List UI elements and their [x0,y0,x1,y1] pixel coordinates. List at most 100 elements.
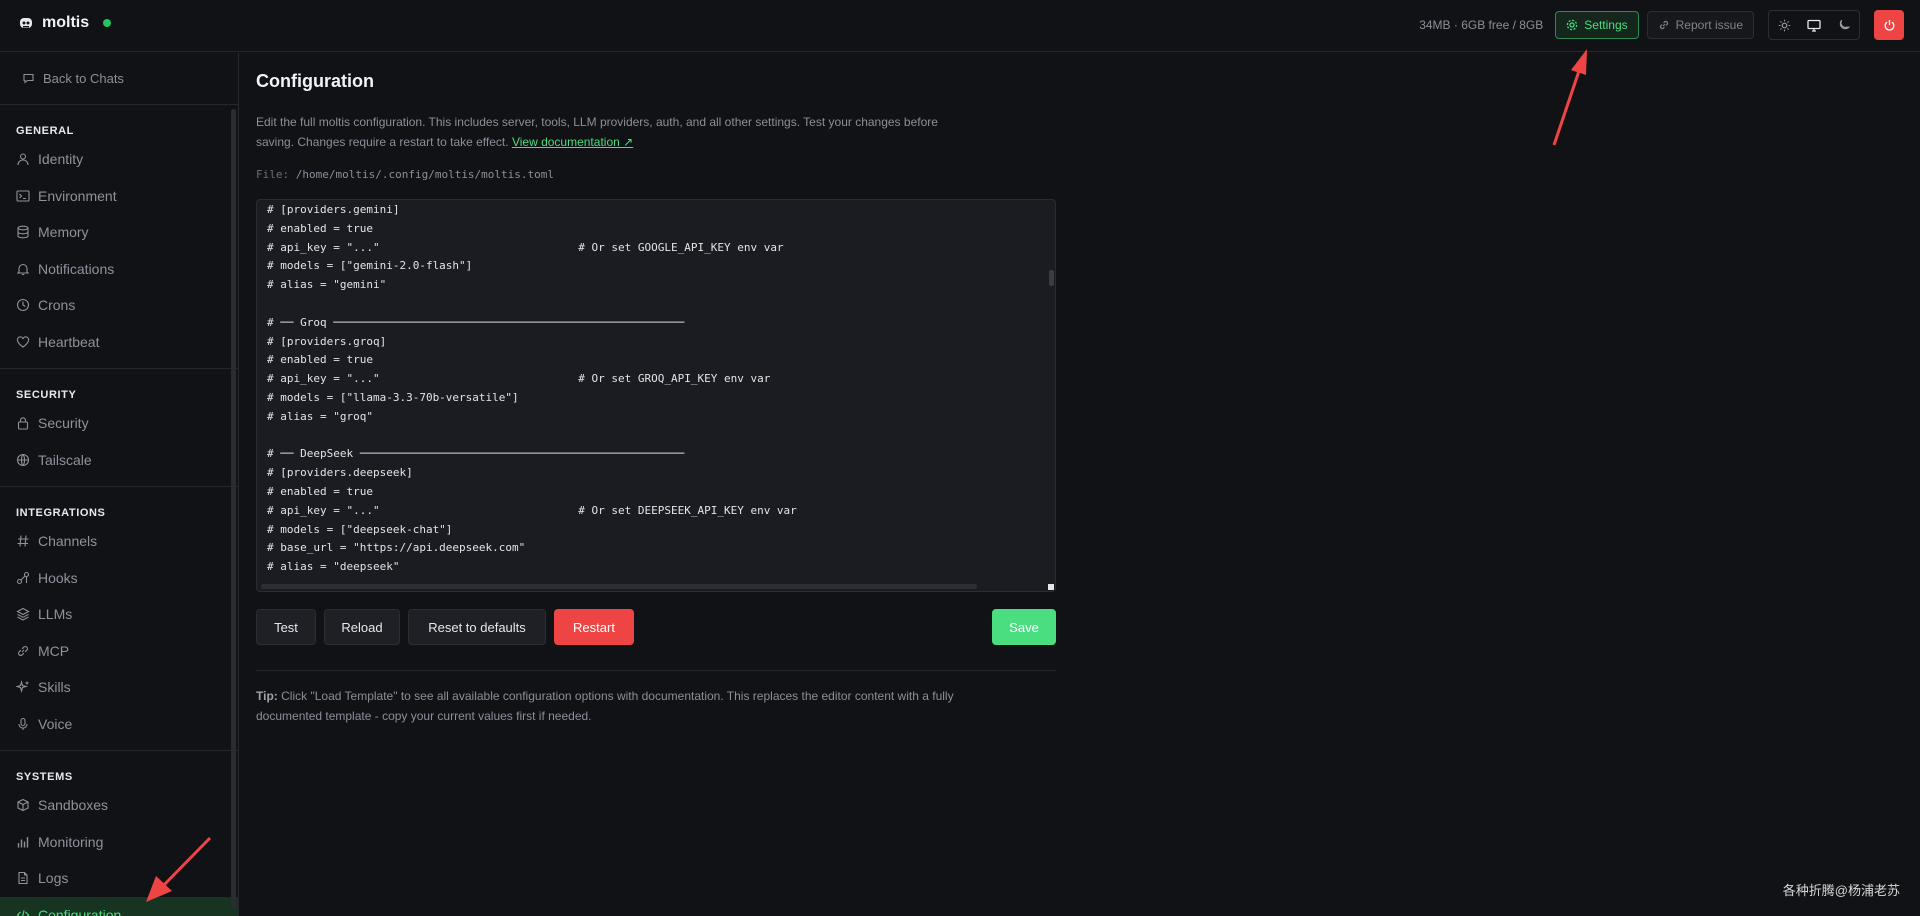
sidebar-item-heartbeat[interactable]: Heartbeat [0,324,238,361]
sidebar-item-label: Hooks [38,569,78,586]
lock-icon [17,417,29,430]
sidebar-item-skills[interactable]: Skills [0,669,238,706]
code-line: # ── DeepSeek ──────────────────────────… [267,447,685,461]
code-line: # alias = "groq" [267,409,373,423]
annotation-arrow-settings [1552,49,1587,146]
sidebar-item-label: Identity [38,151,84,168]
code-line: # alias = "gemini" [267,278,387,292]
section-title-integrations: INTEGRATIONS [16,507,106,519]
brand[interactable]: moltis [18,14,112,32]
sidebar-item-security[interactable]: Security [0,405,238,442]
restart-button[interactable]: Restart [554,609,634,645]
light-theme-button[interactable] [1769,11,1799,39]
hook-icon [16,571,30,584]
sidebar-item-label: Environment [38,187,117,204]
editor-resize-handle[interactable] [1048,584,1054,590]
gear-icon [1567,19,1578,31]
file-path: /home/moltis/.config/moltis/moltis.toml [295,168,555,181]
editor-horizontal-scrollbar[interactable] [261,584,977,589]
back-to-chats-link[interactable]: Back to Chats [0,53,238,105]
sun-icon [1778,19,1790,31]
memory-usage: 34MB · 6GB free / 8GB [1419,18,1544,32]
code-line: # models = ["deepseek-chat"] [267,522,453,536]
config-file-path: File: /home/moltis/.config/moltis/moltis… [256,168,554,181]
sidebar-item-environment[interactable]: Environment [0,178,238,215]
link-icon [1659,20,1668,30]
app-name: moltis [42,14,90,31]
theme-switcher [1768,10,1860,40]
section-title-systems: SYSTEMS [16,771,73,783]
sidebar: Back to Chats GENERAL Identity Environme… [0,53,239,916]
settings-label: Settings [1584,18,1628,32]
database-icon [17,225,29,239]
sidebar-item-channels[interactable]: Channels [0,523,238,560]
code-content[interactable]: # [providers.gemini] # enabled = true # ap… [257,200,1055,577]
link-icon [18,645,28,656]
config-editor[interactable]: # [providers.gemini] # enabled = true # ap… [256,199,1056,592]
sidebar-item-mcp[interactable]: MCP [0,633,238,670]
editor-vertical-scrollbar[interactable] [1049,270,1054,286]
sidebar-item-label: Memory [38,224,89,241]
reload-button[interactable]: Reload [324,609,400,645]
back-to-chats-label: Back to Chats [43,71,124,86]
shutdown-button[interactable] [1874,10,1904,40]
section-title-security: SECURITY [16,389,77,401]
monitor-icon [1807,19,1821,32]
sidebar-item-label: Skills [38,679,71,696]
sidebar-item-label: Crons [38,297,76,314]
save-button[interactable]: Save [992,609,1056,645]
dark-theme-button[interactable] [1829,11,1859,39]
code-line: # [providers.groq] [267,334,387,348]
code-line: # enabled = true [267,221,373,235]
network-icon [16,453,30,466]
sidebar-item-identity[interactable]: Identity [0,141,238,178]
divider [256,670,1056,671]
system-theme-button[interactable] [1799,11,1829,39]
code-line: # base_url = "https://api.deepseek.com" [267,541,526,555]
code-line: # [providers.gemini] [267,203,400,216]
tip-text: Tip: Click "Load Template" to see all av… [256,687,1016,726]
moon-icon [1839,19,1850,30]
sidebar-scrollbar[interactable] [231,109,236,909]
reset-to-defaults-button[interactable]: Reset to defaults [408,609,546,645]
sidebar-item-hooks[interactable]: Hooks [0,560,238,597]
sidebar-item-tailscale[interactable]: Tailscale [0,442,238,479]
sidebar-item-label: LLMs [38,606,73,623]
report-issue-button[interactable]: Report issue [1646,11,1754,39]
sidebar-item-llms[interactable]: LLMs [0,596,238,633]
online-status-dot [103,19,112,27]
code-line: # ── Groq ──────────────────────────────… [267,315,685,329]
code-line: # [providers.deepseek] [267,466,413,480]
sidebar-item-crons[interactable]: Crons [0,287,238,324]
test-button[interactable]: Test [256,609,316,645]
terminal-icon [16,190,30,202]
bell-icon [16,263,30,275]
file-label: File: [256,168,290,181]
settings-button[interactable]: Settings [1555,11,1639,39]
watermark: 各种折腾@杨浦老苏 [1782,883,1900,898]
action-bar: Test Reload Reset to defaults Restart Sa… [256,609,1056,645]
sidebar-item-label: Voice [38,715,73,732]
box-icon [17,799,29,812]
sidebar-item-voice[interactable]: Voice [0,706,238,743]
sidebar-item-label: Tailscale [38,451,92,468]
code-line: # api_key = "..." # Or set DEEPSEEK_API_… [267,503,797,517]
view-documentation-link[interactable]: View documentation ↗ [512,135,633,149]
tip-body: Click "Load Template" to see all availab… [256,689,954,723]
main-content: Configuration Edit the full moltis confi… [240,53,1920,916]
sidebar-item-label: Notifications [38,260,115,277]
sidebar-item-sandboxes[interactable]: Sandboxes [0,787,238,824]
sidebar-item-memory[interactable]: Memory [0,214,238,251]
user-icon [17,153,29,166]
hash-icon [17,535,29,547]
clock-icon [16,299,30,312]
moltis-logo-icon [20,18,32,28]
sidebar-item-notifications[interactable]: Notifications [0,251,238,288]
code-line: # api_key = "..." # Or set GROQ_API_KEY … [267,372,771,386]
code-line: # enabled = true [267,484,373,498]
sidebar-item-label: Heartbeat [38,333,100,350]
sidebar-item-label: Sandboxes [38,797,109,814]
tip-label: Tip: [256,689,278,703]
